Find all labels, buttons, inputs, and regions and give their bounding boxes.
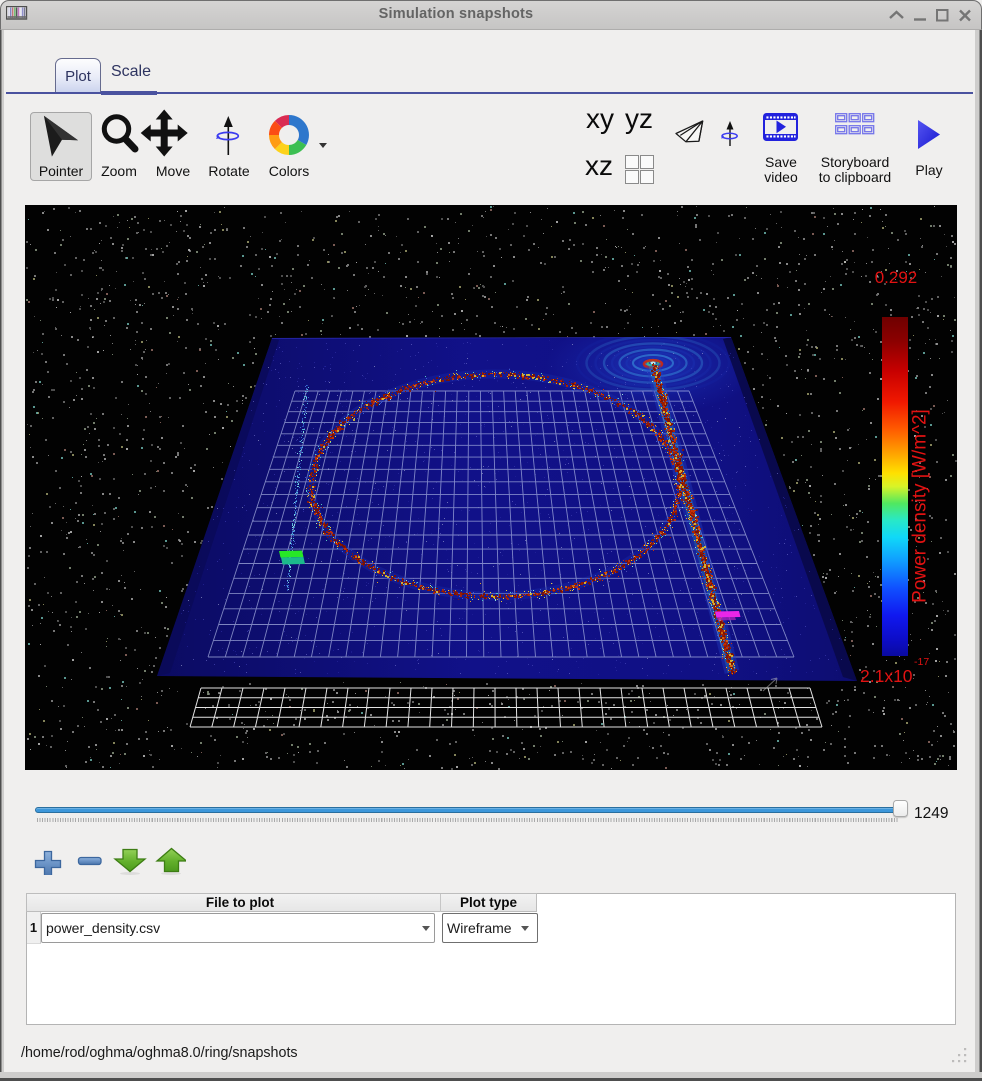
svg-text:-17: -17 [914, 656, 929, 668]
svg-text:0.292: 0.292 [875, 268, 918, 287]
svg-text:Power density [W/m^2]: Power density [W/m^2] [910, 409, 931, 603]
svg-text:2.1x10: 2.1x10 [860, 666, 913, 686]
